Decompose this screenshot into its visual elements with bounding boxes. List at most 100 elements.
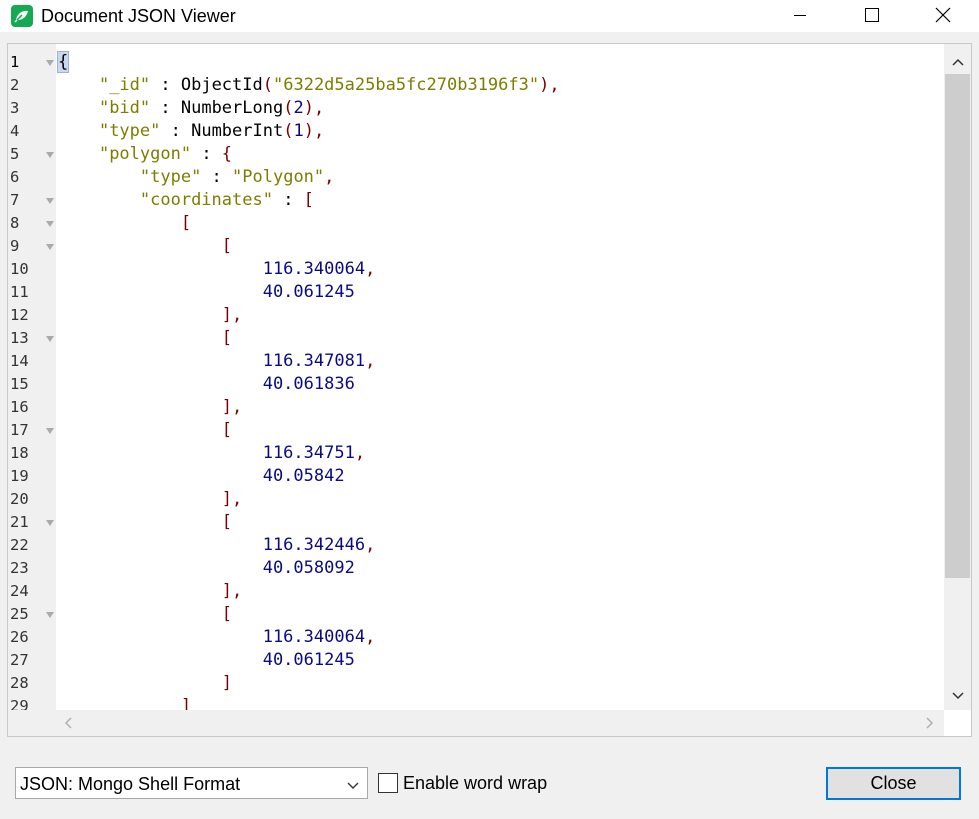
word-wrap-label[interactable]: Enable word wrap [403, 772, 547, 794]
fold-arrow-icon[interactable] [46, 520, 54, 526]
line-number: 10 [10, 260, 29, 278]
gutter-line: 18 [8, 442, 56, 465]
fold-arrow-icon[interactable] [46, 244, 54, 250]
scroll-left-icon[interactable] [58, 713, 80, 733]
code-token: ( [262, 75, 273, 95]
line-number: 7 [10, 191, 20, 209]
code-token: [ [221, 328, 233, 348]
code-token: "bid" [98, 98, 151, 118]
line-number: 23 [10, 559, 29, 577]
vertical-scroll-thumb[interactable] [945, 74, 970, 578]
line-number: 14 [10, 352, 29, 370]
code-line: 40.05842 [58, 465, 345, 488]
code-token: 116.342446 [262, 535, 366, 555]
code-line: [ [58, 419, 232, 442]
chevron-down-icon [346, 778, 360, 789]
fold-arrow-icon[interactable] [46, 428, 54, 434]
close-button[interactable]: Close [826, 767, 961, 800]
json-editor[interactable]: 1 2 3 4 5 6 7 8 9 10 11 12 13 14 15 16 17 18 19 20 21 22 23 24 2… [7, 43, 972, 737]
gutter-line: 13 [8, 327, 56, 350]
code-line: ] [58, 695, 191, 710]
maximize-button[interactable] [843, 0, 901, 32]
format-dropdown[interactable]: JSON: Mongo Shell Format [15, 767, 368, 799]
leaf-icon [11, 5, 33, 27]
format-dropdown-value: JSON: Mongo Shell Format [20, 774, 241, 794]
scroll-down-icon[interactable] [944, 684, 971, 708]
vertical-scrollbar[interactable] [944, 44, 971, 710]
line-number: 25 [10, 605, 29, 623]
line-number: 5 [10, 145, 20, 163]
horizontal-scrollbar[interactable] [8, 710, 944, 736]
line-number: 6 [10, 168, 20, 186]
code-area[interactable]: { "_id" : ObjectId("6322d5a25ba5fc270b31… [56, 44, 944, 710]
scroll-up-icon[interactable] [944, 50, 971, 74]
title-bar[interactable]: Document JSON Viewer [0, 0, 979, 32]
fold-arrow-icon[interactable] [46, 60, 54, 66]
gutter-line: 12 [8, 304, 56, 327]
code-token: "coordinates" [139, 190, 273, 210]
fold-arrow-icon[interactable] [46, 152, 54, 158]
code-token: : [160, 121, 192, 141]
fold-arrow-icon[interactable] [46, 336, 54, 342]
code-token: "_id" [98, 75, 151, 95]
gutter-line: 11 [8, 281, 56, 304]
gutter-line: 15 [8, 373, 56, 396]
code-token: ( [283, 121, 294, 141]
gutter-line: 25 [8, 603, 56, 626]
line-number: 16 [10, 398, 29, 416]
line-number-gutter: 1 2 3 4 5 6 7 8 9 10 11 12 13 14 15 16 17 18 19 20 21 22 23 24 2… [8, 44, 56, 715]
code-line: [ [58, 603, 232, 626]
fold-arrow-icon[interactable] [46, 612, 54, 618]
code-token: [ [221, 420, 233, 440]
code-token: { [56, 51, 70, 73]
window-title: Document JSON Viewer [41, 6, 236, 26]
line-number: 21 [10, 513, 29, 531]
code-line: 116.340064, [58, 258, 376, 281]
code-token: 40.061245 [262, 282, 355, 302]
line-number: 2 [10, 76, 20, 94]
code-token: , [365, 627, 376, 647]
code-token: [ [221, 604, 233, 624]
code-token: ( [283, 98, 294, 118]
gutter-line: 1 [8, 51, 56, 74]
gutter-line: 27 [8, 649, 56, 672]
code-token: : [150, 98, 181, 118]
code-token: 40.05842 [262, 466, 345, 486]
code-token: ] [221, 673, 233, 693]
gutter-line: 6 [8, 166, 56, 189]
word-wrap-checkbox[interactable] [378, 773, 398, 793]
line-number: 17 [10, 421, 29, 439]
code-token: ], [221, 489, 243, 509]
code-token: [ [221, 512, 233, 532]
code-token: ), [303, 98, 325, 118]
minimize-button[interactable] [775, 0, 833, 32]
code-token: ), [303, 121, 325, 141]
code-line: ], [58, 580, 242, 603]
code-token: 40.061836 [262, 374, 355, 394]
line-number: 1 [10, 53, 20, 71]
scroll-right-icon[interactable] [918, 713, 940, 733]
fold-arrow-icon[interactable] [46, 198, 54, 204]
code-token: NumberInt [191, 121, 284, 141]
line-number: 20 [10, 490, 29, 508]
gutter-line: 20 [8, 488, 56, 511]
code-line: "coordinates" : [ [58, 189, 314, 212]
line-number: 22 [10, 536, 29, 554]
code-token: , [324, 167, 335, 187]
code-line: 116.342446, [58, 534, 376, 557]
close-window-button[interactable] [913, 0, 971, 32]
fold-arrow-icon[interactable] [46, 221, 54, 227]
gutter-line: 2 [8, 74, 56, 97]
code-token: 40.058092 [262, 558, 355, 578]
